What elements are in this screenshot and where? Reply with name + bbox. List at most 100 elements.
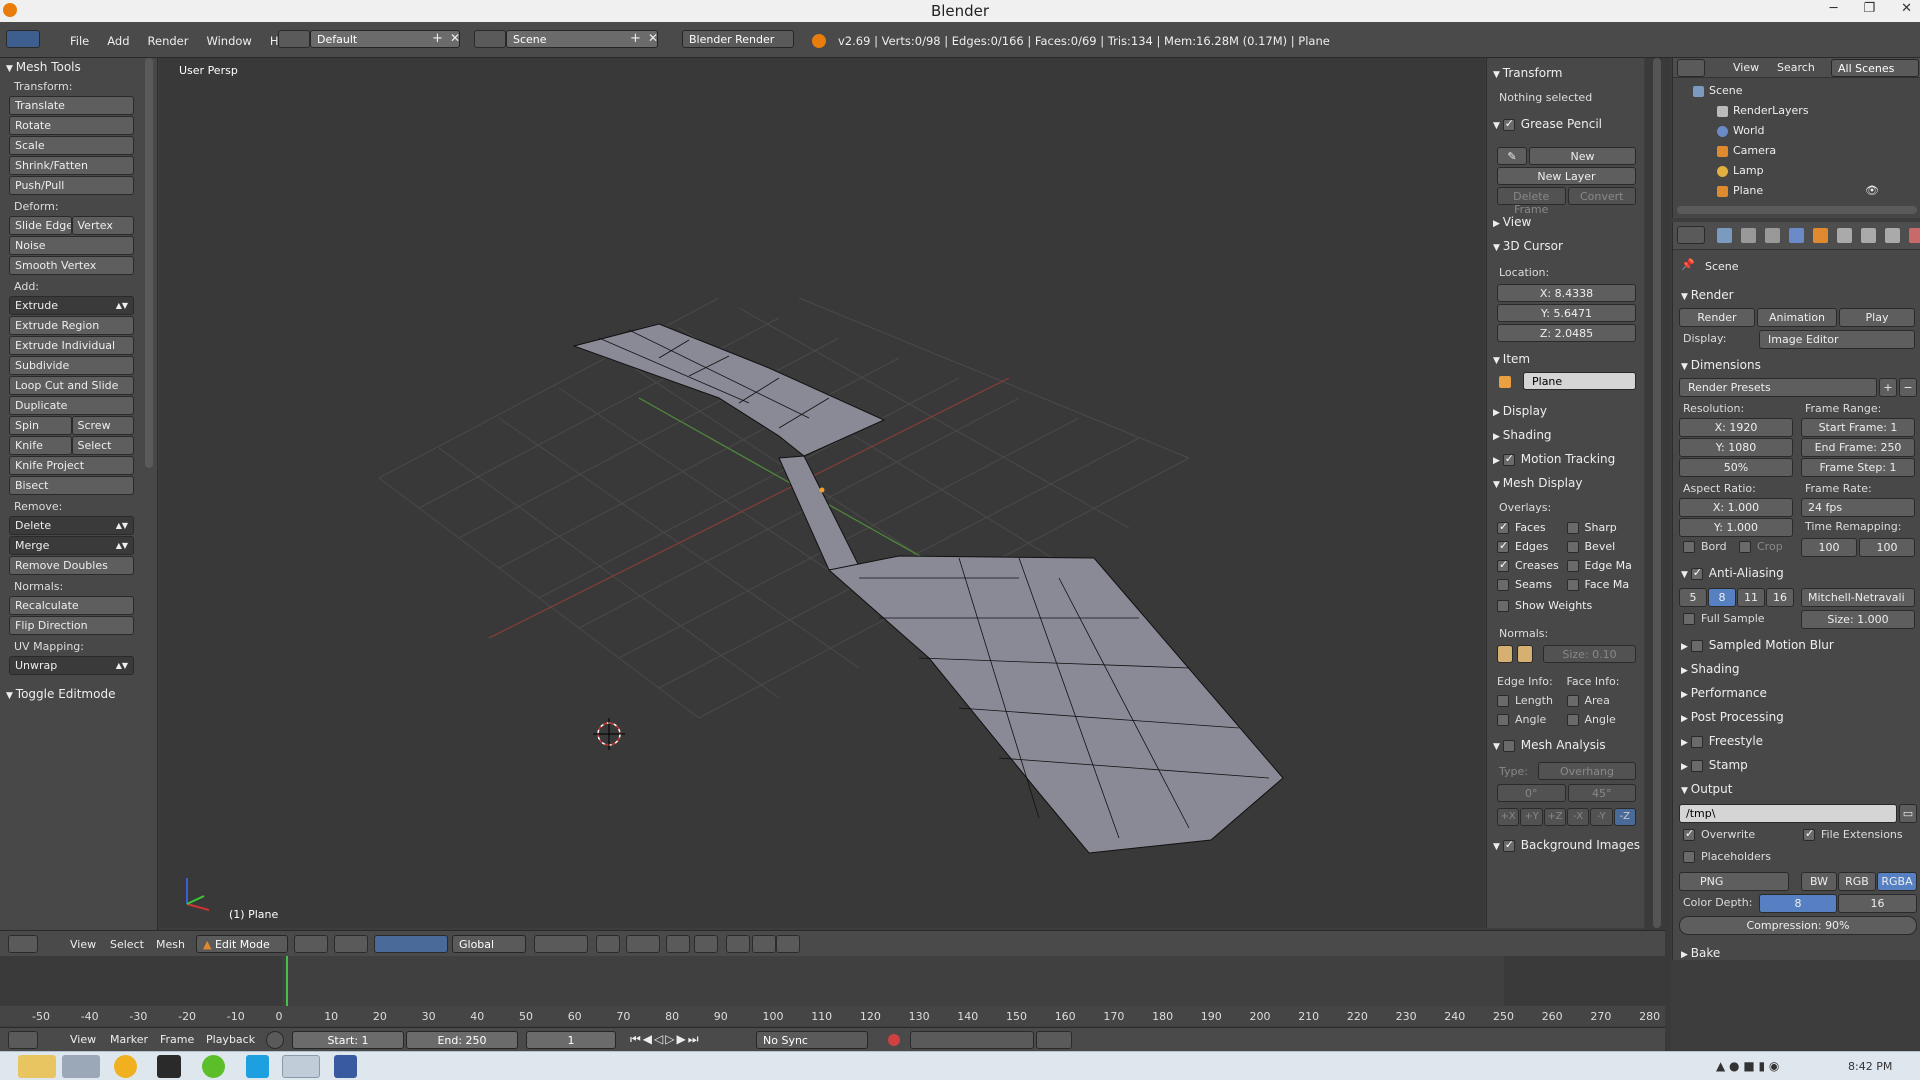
spotify-icon[interactable] [202, 1055, 225, 1078]
recalculate-button[interactable]: Recalculate [9, 596, 134, 615]
viewport-view-menu[interactable]: View [70, 938, 96, 951]
pencil-icon[interactable]: ✎ [1497, 147, 1527, 165]
menu-add[interactable]: Add [107, 34, 129, 48]
analysis-min-field[interactable]: 0° [1497, 784, 1566, 802]
notepad-icon[interactable] [334, 1055, 357, 1078]
scene-icon[interactable] [474, 30, 506, 48]
outliner-scene[interactable]: Scene [1693, 84, 1743, 97]
smooth-vertex-button[interactable]: Smooth Vertex [9, 256, 134, 275]
render-tab-icon[interactable] [1717, 228, 1732, 243]
snap-icon[interactable] [666, 935, 690, 953]
anti-aliasing-header[interactable]: Anti-Aliasing [1673, 562, 1792, 584]
folder-icon[interactable]: ▭ [1899, 804, 1917, 823]
output-header[interactable]: Output [1673, 778, 1740, 800]
axis-pos-z-button[interactable]: +Z [1543, 808, 1566, 826]
unwrap-menu[interactable]: Unwrap ▲▼ [9, 656, 134, 675]
area-toggle[interactable]: Area [1566, 694, 1637, 707]
skype-icon[interactable] [246, 1055, 269, 1078]
explorer-icon[interactable] [18, 1055, 56, 1078]
crop-checkbox[interactable] [1739, 541, 1751, 553]
toolshelf-scrollbar[interactable] [145, 58, 153, 468]
close-icon[interactable]: ✕ [1901, 1, 1912, 16]
display-panel-header[interactable]: Display [1487, 402, 1644, 420]
aa-8-button[interactable]: 8 [1708, 588, 1736, 607]
edge-angle-checkbox[interactable] [1497, 714, 1509, 726]
edge-angle-toggle[interactable]: Angle [1497, 713, 1567, 726]
constraints-tab-icon[interactable] [1837, 228, 1852, 243]
viewport-scene[interactable] [159, 58, 1485, 928]
output-path-field[interactable]: /tmp\ [1679, 804, 1897, 823]
edge-marks-checkbox[interactable] [1566, 560, 1579, 572]
anti-aliasing-checkbox[interactable] [1690, 566, 1703, 580]
viewport-mesh-menu[interactable]: Mesh [156, 938, 185, 951]
show-weights-toggle[interactable]: Show Weights [1487, 591, 1644, 620]
outliner-renderlayers[interactable]: RenderLayers [1717, 104, 1809, 117]
post-processing-header[interactable]: Post Processing [1673, 706, 1792, 728]
extrude-menu[interactable]: Extrude ▲▼ [9, 296, 134, 315]
stamp-checkbox[interactable] [1690, 759, 1703, 772]
scene-add-icon[interactable]: + [630, 31, 641, 46]
copy-to-buffer-icon[interactable] [776, 935, 800, 953]
item-panel-header[interactable]: Item [1487, 350, 1644, 368]
opengl-render-icon[interactable] [726, 935, 750, 953]
depth-16-button[interactable]: 16 [1838, 894, 1917, 913]
world-tab-icon[interactable] [1789, 228, 1804, 243]
aa-5-button[interactable]: 5 [1679, 588, 1707, 607]
grease-pencil-checkbox[interactable] [1502, 117, 1515, 131]
show-weights-checkbox[interactable] [1497, 600, 1509, 612]
play-button[interactable]: Play [1839, 308, 1915, 327]
current-frame-field[interactable]: 1 [526, 1031, 616, 1049]
subdivide-button[interactable]: Subdivide [9, 356, 134, 375]
area-checkbox[interactable] [1566, 695, 1579, 707]
noise-button[interactable]: Noise [9, 236, 134, 255]
viewport-select-menu[interactable]: Select [110, 938, 144, 951]
full-sample-toggle[interactable]: Full Sample [1683, 612, 1765, 625]
motion-blur-header[interactable]: Sampled Motion Blur [1673, 634, 1842, 656]
stamp-header[interactable]: Stamp [1673, 754, 1756, 776]
freestyle-checkbox[interactable] [1690, 735, 1703, 748]
manipulator-icons[interactable] [374, 935, 448, 953]
outliner-camera[interactable]: Camera [1717, 144, 1776, 157]
motion-blur-checkbox[interactable] [1690, 639, 1703, 652]
motion-tracking-checkbox[interactable] [1502, 452, 1515, 466]
convert-button[interactable]: Convert [1567, 187, 1636, 205]
face-angle-toggle[interactable]: Angle [1566, 713, 1637, 726]
cursor-x-field[interactable]: X: 8.4338 [1497, 284, 1636, 302]
3d-viewport[interactable]: User Persp (1) Plane [159, 58, 1485, 928]
end-frame-field[interactable]: End: 250 [406, 1031, 518, 1049]
sharp-checkbox[interactable] [1566, 522, 1579, 534]
knife-select-button[interactable]: Select [71, 436, 134, 455]
calculator-icon[interactable] [62, 1055, 100, 1078]
outliner-search-menu[interactable]: Search [1777, 61, 1815, 74]
plane-mesh[interactable] [572, 323, 1284, 854]
record-icon[interactable] [888, 1034, 900, 1046]
overwrite-checkbox[interactable] [1683, 827, 1695, 841]
remove-doubles-button[interactable]: Remove Doubles [9, 556, 134, 575]
normal-size-field[interactable]: Size: 0.10 [1543, 645, 1636, 663]
3d-cursor-panel-header[interactable]: 3D Cursor [1487, 237, 1644, 255]
slide-edge-button[interactable]: Slide Edge [9, 216, 72, 235]
app-icon[interactable] [157, 1055, 181, 1078]
bevel-checkbox[interactable] [1566, 541, 1579, 553]
aa-size-field[interactable]: Size: 1.000 [1801, 610, 1915, 629]
scene-tab-icon[interactable] [1765, 228, 1780, 243]
file-extensions-checkbox[interactable] [1803, 827, 1815, 841]
display-select[interactable]: Image Editor [1759, 330, 1915, 349]
tray-icons[interactable]: ▲ ● ■ ▮ ◉ [1716, 1059, 1779, 1073]
background-images-header[interactable]: Background Images [1487, 836, 1644, 854]
outliner-plane[interactable]: Plane [1717, 184, 1763, 197]
knife-button[interactable]: Knife [9, 436, 72, 455]
toggle-editmode-header[interactable]: Toggle Editmode [0, 685, 157, 703]
keying-set-field[interactable] [910, 1031, 1034, 1049]
motion-tracking-header[interactable]: Motion Tracking [1487, 450, 1644, 468]
menu-window[interactable]: Window [206, 34, 251, 48]
grease-new-button[interactable]: New [1529, 147, 1636, 165]
blender-taskbar-icon[interactable] [282, 1055, 320, 1078]
properties-editor-icon[interactable] [1677, 226, 1705, 244]
face-marks-toggle[interactable]: Face Ma [1566, 578, 1637, 591]
scene-remove-icon[interactable]: ✕ [648, 31, 658, 45]
proportional-edit-icon[interactable] [596, 935, 620, 953]
analysis-max-field[interactable]: 45° [1567, 784, 1636, 802]
transform-orientation-select[interactable]: Global [452, 935, 526, 953]
duplicate-button[interactable]: Duplicate [9, 396, 134, 415]
